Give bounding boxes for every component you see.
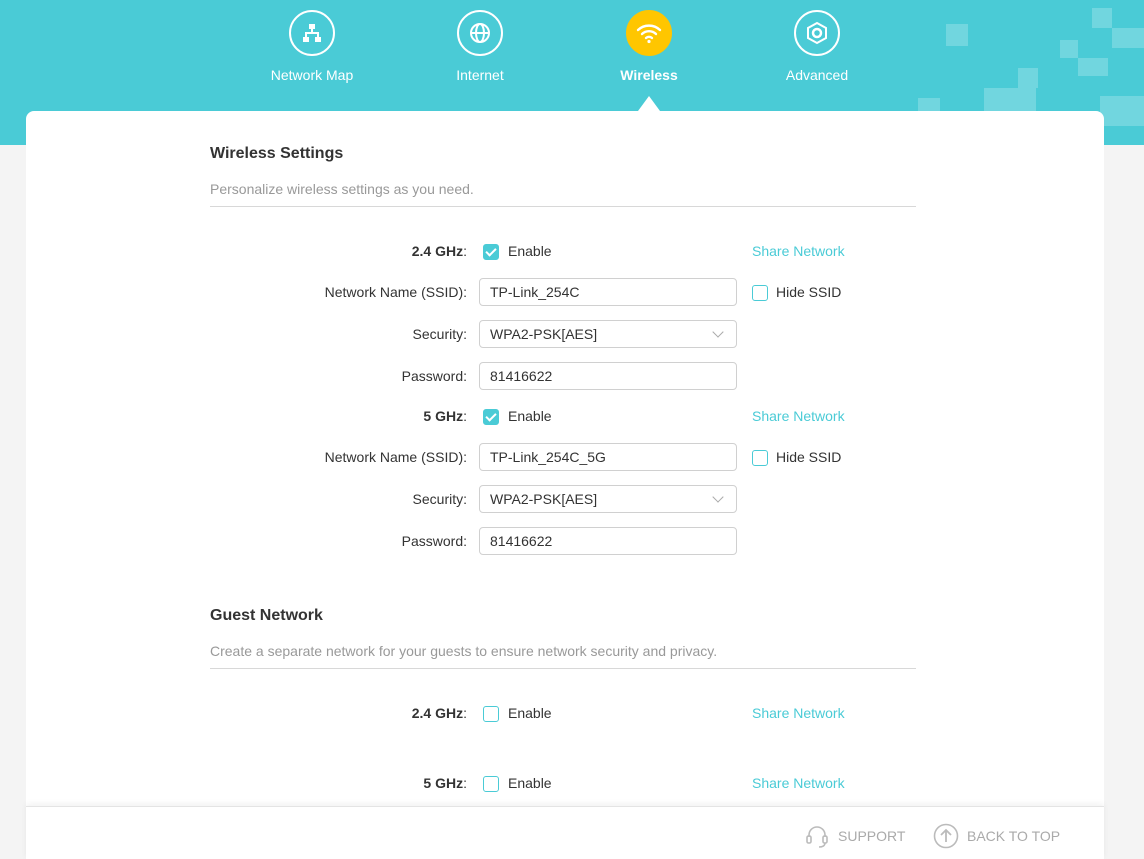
guest-share-network-24-link[interactable]: Share Network [752, 705, 845, 721]
guest-enable-24-checkbox[interactable] [483, 706, 499, 722]
guest-network-title: Guest Network [210, 607, 323, 624]
nav-label: Network Map [270, 67, 354, 83]
password-24-input[interactable]: 81416622 [479, 362, 737, 390]
nav-internet[interactable]: Internet [415, 10, 545, 83]
security-24-value: WPA2-PSK[AES] [490, 326, 598, 342]
wifi-icon [626, 10, 672, 56]
guest-band-5-label: 5 GHz: [423, 775, 467, 791]
guest-enable-5-label: Enable [508, 775, 552, 791]
ssid-5-input[interactable]: TP-Link_254C_5G [479, 443, 737, 471]
password-5-label: Password: [401, 533, 467, 549]
band-24-label: 2.4 GHz: [411, 243, 467, 259]
main-nav: Network Map Internet Wireless Advanced [0, 0, 1144, 111]
chevron-down-icon [712, 491, 724, 503]
enable-24-label: Enable [508, 243, 552, 259]
password-24-label: Password: [401, 368, 467, 384]
headset-icon [806, 826, 828, 848]
nav-wireless[interactable]: Wireless [584, 10, 714, 83]
nav-label: Internet [456, 67, 504, 83]
wireless-settings-desc: Personalize wireless settings as you nee… [210, 181, 474, 197]
security-24-select[interactable]: WPA2-PSK[AES] [479, 320, 737, 348]
footer-bar: SUPPORT BACK TO TOP [26, 806, 1104, 859]
guest-share-network-5-link[interactable]: Share Network [752, 775, 845, 791]
enable-5-label: Enable [508, 408, 552, 424]
security-5-value: WPA2-PSK[AES] [490, 491, 598, 507]
hide-ssid-5-checkbox[interactable] [752, 450, 768, 466]
nav-network-map[interactable]: Network Map [247, 10, 377, 83]
network-map-icon [289, 10, 335, 56]
back-to-top-label: BACK TO TOP [967, 828, 1061, 844]
active-tab-caret [638, 96, 660, 111]
globe-icon [457, 10, 503, 56]
nav-advanced[interactable]: Advanced [752, 10, 882, 83]
share-network-24-link[interactable]: Share Network [752, 243, 845, 259]
divider [210, 668, 916, 669]
hide-ssid-24-label: Hide SSID [776, 284, 842, 300]
gear-icon [794, 10, 840, 56]
nav-label: Advanced [785, 67, 849, 83]
nav-label: Wireless [620, 67, 678, 83]
chevron-down-icon [712, 326, 724, 338]
guest-enable-5-checkbox[interactable] [483, 776, 499, 792]
enable-24-checkbox[interactable] [483, 244, 499, 260]
security-5-label: Security: [412, 491, 467, 507]
security-5-select[interactable]: WPA2-PSK[AES] [479, 485, 737, 513]
ssid-24-input[interactable]: TP-Link_254C [479, 278, 737, 306]
security-24-label: Security: [412, 326, 467, 342]
divider [210, 206, 916, 207]
guest-band-24-label: 2.4 GHz: [411, 705, 467, 721]
support-label: SUPPORT [838, 828, 906, 844]
hide-ssid-5-label: Hide SSID [776, 449, 842, 465]
wireless-settings-title: Wireless Settings [210, 145, 344, 162]
support-button[interactable]: SUPPORT [804, 823, 905, 849]
enable-5-checkbox[interactable] [483, 409, 499, 425]
ssid-24-label: Network Name (SSID): [324, 284, 467, 300]
band-5-label: 5 GHz: [423, 408, 467, 424]
share-network-5-link[interactable]: Share Network [752, 408, 845, 424]
guest-network-desc: Create a separate network for your guest… [210, 643, 718, 659]
back-to-top-button[interactable]: BACK TO TOP [933, 823, 1060, 849]
password-5-input[interactable]: 81416622 [479, 527, 737, 555]
ssid-5-label: Network Name (SSID): [324, 449, 467, 465]
hide-ssid-24-checkbox[interactable] [752, 285, 768, 301]
arrow-up-circle-icon [933, 823, 959, 849]
guest-enable-24-label: Enable [508, 705, 552, 721]
